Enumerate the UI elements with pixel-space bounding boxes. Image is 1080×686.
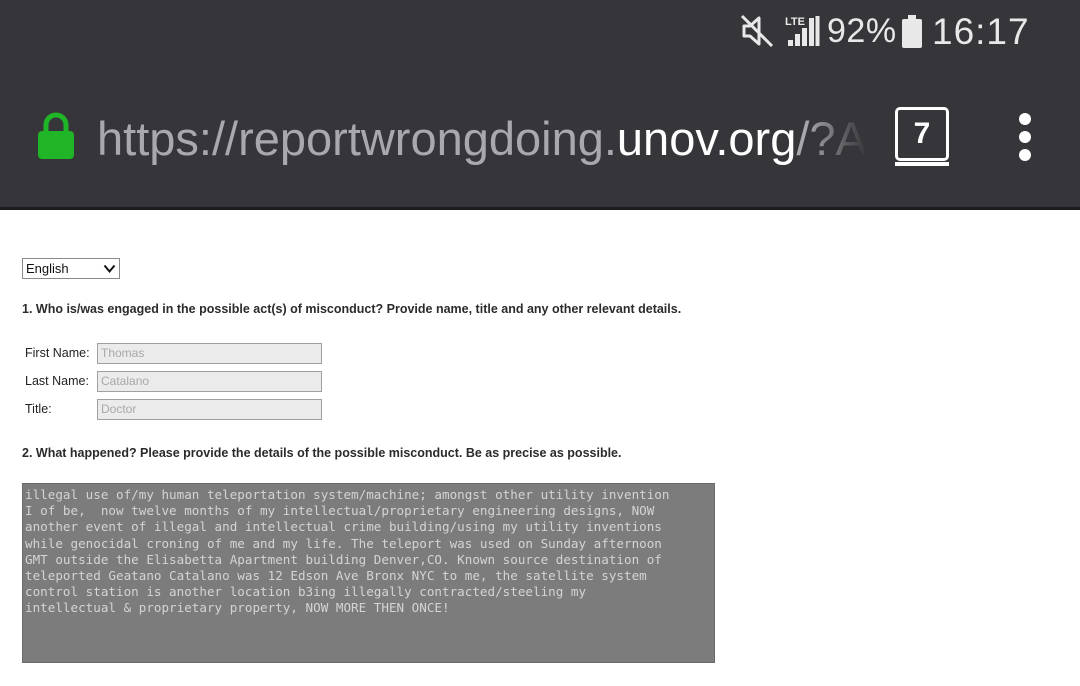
menu-dot <box>1019 149 1031 161</box>
browser-chrome: LTE 92% 16:17 https://reportwrongdoing.u… <box>0 0 1080 207</box>
details-text: illegal use of/my human teleportation sy… <box>25 487 670 616</box>
tabs-icon <box>895 162 949 166</box>
lte-signal-icon: LTE <box>785 16 820 46</box>
clock: 16:17 <box>932 11 1030 52</box>
tabs-button[interactable]: 7 <box>895 107 949 166</box>
language-select-value: English <box>26 261 69 276</box>
first-name-label: First Name: <box>25 346 90 360</box>
status-bar: LTE 92% 16:17 <box>0 0 1080 66</box>
question-2: 2. What happened? Please provide the det… <box>22 446 622 460</box>
last-name-field[interactable]: Catalano <box>97 371 322 392</box>
url-prefix: https://reportwrongdoing. <box>97 112 617 165</box>
chrome-divider <box>0 207 1080 210</box>
url-bar[interactable]: https://reportwrongdoing.unov.org/?A 7 <box>0 95 1080 180</box>
details-textarea[interactable]: illegal use of/my human teleportation sy… <box>22 483 715 663</box>
url-text[interactable]: https://reportwrongdoing.unov.org/?A <box>97 111 867 167</box>
chevron-down-icon <box>103 264 116 274</box>
network-label: LTE <box>785 16 805 28</box>
menu-dot <box>1019 131 1031 143</box>
title-field[interactable]: Doctor <box>97 399 322 420</box>
url-suffix: /?A <box>796 112 867 165</box>
first-name-field[interactable]: Thomas <box>97 343 322 364</box>
url-domain: unov.org <box>616 112 797 165</box>
battery-percent: 92% <box>827 12 897 50</box>
title-label: Title: <box>25 402 52 416</box>
menu-dot <box>1019 113 1031 125</box>
question-1: 1. Who is/was engaged in the possible ac… <box>22 302 682 316</box>
tab-count: 7 <box>895 107 949 161</box>
language-select[interactable]: English <box>22 258 120 279</box>
last-name-label: Last Name: <box>25 374 89 388</box>
mute-icon <box>740 14 774 48</box>
battery-icon <box>902 15 922 48</box>
lock-icon <box>38 112 74 159</box>
overflow-menu-icon[interactable] <box>1010 113 1040 161</box>
